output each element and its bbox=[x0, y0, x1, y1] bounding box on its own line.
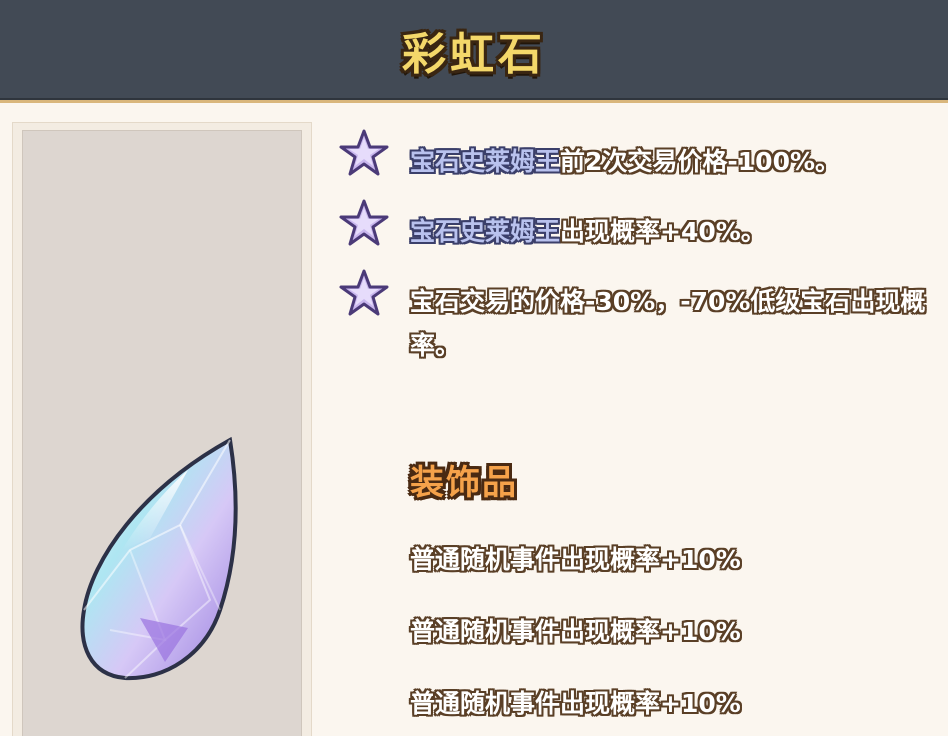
effect-text: 宝石史莱姆王前2次交易价格-100%。 bbox=[410, 140, 930, 184]
effect-text: 宝石交易的价格-30%，-70%低级宝石出现概率。 bbox=[410, 280, 930, 368]
rainbow-gem-icon bbox=[80, 436, 238, 681]
effect-item: 宝石史莱姆王前2次交易价格-100%。 bbox=[338, 128, 938, 198]
effect-description: 出现概率+40%。 bbox=[560, 217, 766, 246]
effect-text: 宝石史莱姆王出现概率+40%。 bbox=[410, 210, 930, 254]
item-title: 彩虹石 bbox=[402, 29, 546, 80]
effect-description: 宝石交易的价格-30%，-70%低级宝石出现概率。 bbox=[410, 287, 926, 360]
effect-highlight: 宝石史莱姆王 bbox=[410, 217, 561, 246]
effect-highlight: 宝石史莱姆王 bbox=[410, 147, 561, 176]
item-detail-panel: 彩虹石 宝石史莱姆王前2次交易价格-100%。 宝石史莱姆王出现概率+40%。 … bbox=[0, 0, 948, 736]
decoration-item: 普通随机事件出现概率+10% bbox=[410, 689, 741, 718]
star-icon bbox=[339, 199, 389, 246]
decoration-item: 普通随机事件出现概率+10% bbox=[410, 617, 741, 646]
star-icon bbox=[339, 269, 389, 316]
decoration-item: 普通随机事件出现概率+10% bbox=[410, 545, 741, 574]
header-bar: 彩虹石 bbox=[0, 0, 948, 103]
effect-description: 前2次交易价格-100%。 bbox=[560, 147, 841, 176]
effects-list: 宝石史莱姆王前2次交易价格-100%。 宝石史莱姆王出现概率+40%。 宝石交易… bbox=[338, 128, 938, 368]
decorations-list: 普通随机事件出现概率+10% 普通随机事件出现概率+10% 普通随机事件出现概率… bbox=[410, 538, 930, 736]
effect-item: 宝石史莱姆王出现概率+40%。 bbox=[338, 198, 938, 268]
decorations-title: 装饰品 bbox=[410, 463, 518, 503]
effect-item: 宝石交易的价格-30%，-70%低级宝石出现概率。 bbox=[338, 268, 938, 368]
star-icon bbox=[339, 129, 389, 176]
